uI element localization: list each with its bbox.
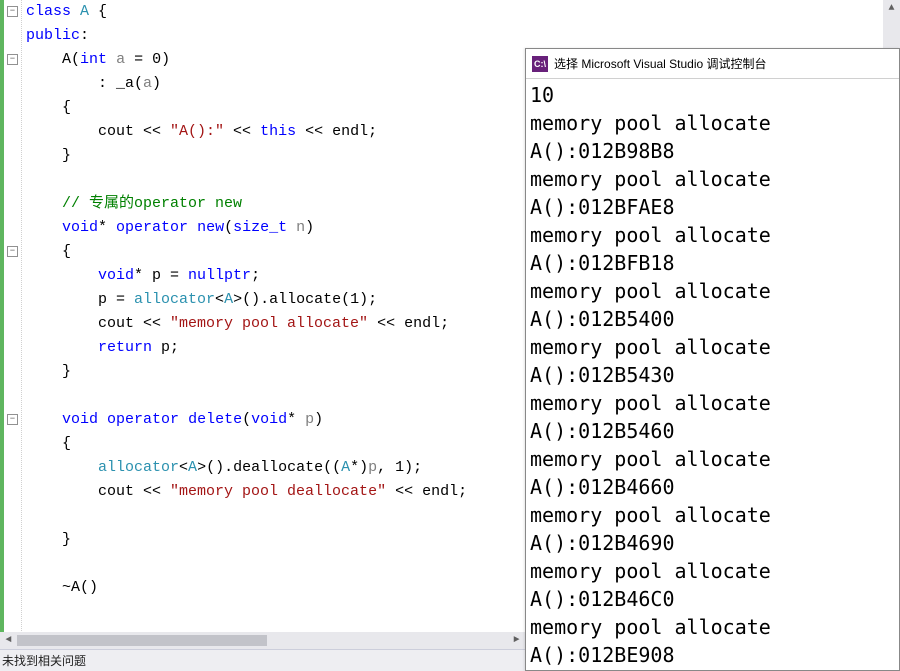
code-line[interactable]: { <box>26 432 525 456</box>
code-line[interactable]: cout << "memory pool deallocate" << endl… <box>26 480 525 504</box>
console-output[interactable]: 10 memory pool allocate A():012B98B8 mem… <box>526 79 899 671</box>
code-line[interactable]: void* operator new(size_t n) <box>26 216 525 240</box>
code-line[interactable]: void* p = nullptr; <box>26 264 525 288</box>
code-line[interactable]: void operator delete(void* p) <box>26 408 525 432</box>
fold-toggle-icon[interactable]: − <box>7 246 18 257</box>
fold-toggle-icon[interactable]: − <box>7 6 18 17</box>
editor-horizontal-scrollbar[interactable]: ◄ ► <box>0 632 525 649</box>
code-line[interactable]: // 专属的operator new <box>26 192 525 216</box>
scroll-track[interactable] <box>17 632 508 649</box>
code-line[interactable] <box>26 552 525 576</box>
console-titlebar[interactable]: C:\ 选择 Microsoft Visual Studio 调试控制台 <box>526 49 899 79</box>
code-line[interactable]: : _a(a) <box>26 72 525 96</box>
editor-vertical-scrollbar[interactable]: ▲ <box>883 0 900 48</box>
code-line[interactable] <box>26 384 525 408</box>
console-title-text: Microsoft Visual Studio 调试控制台 <box>581 55 766 72</box>
code-line[interactable]: ~A() <box>26 576 525 600</box>
scroll-up-arrow-icon[interactable]: ▲ <box>883 0 900 17</box>
code-line[interactable]: { <box>26 96 525 120</box>
code-line[interactable]: } <box>26 144 525 168</box>
code-line[interactable] <box>26 168 525 192</box>
fold-toggle-icon[interactable]: − <box>7 414 18 425</box>
code-line[interactable]: cout << "A():" << this << endl; <box>26 120 525 144</box>
console-app-icon: C:\ <box>532 56 548 72</box>
code-line[interactable]: allocator<A>().deallocate((A*)p, 1); <box>26 456 525 480</box>
code-line[interactable]: cout << "memory pool allocate" << endl; <box>26 312 525 336</box>
scroll-right-arrow-icon[interactable]: ► <box>508 632 525 649</box>
code-line[interactable]: class A { <box>26 0 525 24</box>
code-line[interactable]: A(int a = 0) <box>26 48 525 72</box>
code-editor-pane: − − − − class A {public: A(int a = 0) : _a(… <box>0 0 525 671</box>
fold-gutter[interactable]: − − − − <box>4 0 22 671</box>
debug-console-window[interactable]: C:\ 选择 Microsoft Visual Studio 调试控制台 10 … <box>525 48 900 671</box>
status-bar: 未找到相关问题 <box>0 649 525 671</box>
scroll-left-arrow-icon[interactable]: ◄ <box>0 632 17 649</box>
code-text-area[interactable]: class A {public: A(int a = 0) : _a(a) { … <box>22 0 525 671</box>
code-line[interactable]: } <box>26 528 525 552</box>
fold-toggle-icon[interactable]: − <box>7 54 18 65</box>
code-line[interactable]: } <box>26 360 525 384</box>
code-line[interactable]: { <box>26 240 525 264</box>
code-line[interactable] <box>26 504 525 528</box>
code-line[interactable]: public: <box>26 24 525 48</box>
code-line[interactable]: return p; <box>26 336 525 360</box>
scroll-thumb[interactable] <box>17 635 267 646</box>
console-title-prefix: 选择 <box>554 55 578 72</box>
status-text: 未找到相关问题 <box>2 652 86 669</box>
code-line[interactable]: p = allocator<A>().allocate(1); <box>26 288 525 312</box>
